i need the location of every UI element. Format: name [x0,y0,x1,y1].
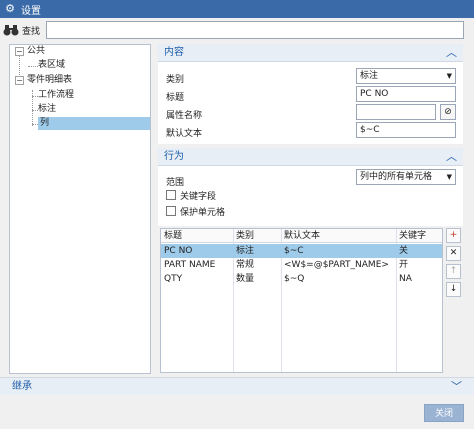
default-text-label: 默认文本 [166,129,203,139]
table-cell: 常规 [236,260,255,270]
move-up-button[interactable]: ↑ [446,264,461,279]
delete-column-button[interactable]: ✕ [446,246,461,261]
inherit-section-header[interactable]: 继承 ﹀ [0,377,474,395]
table-row[interactable]: QTY 数量 $~Q NA [161,272,442,286]
tree-item-columns[interactable]: 列 [38,117,150,130]
table-cell: 标注 [236,246,255,256]
tree-item-table-region[interactable]: 表区域 [38,59,65,72]
scope-value: 列中的所有单元格 [360,172,433,182]
content-section: 类别 标注 ▼ 标题 PC NO 属性名称 ⊘ 默认文本 $~C [158,62,463,144]
close-button[interactable]: 关闭 [424,404,464,422]
table-header: 标题 类别 默认文本 关键字 [161,229,442,243]
behavior-section: 范围 列中的所有单元格 ▼ 关键字段 保护单元格 [158,166,463,226]
tree-item-parts-list[interactable]: 零件明细表 [27,74,72,87]
tree-item-label: 公共 [27,46,46,56]
inherit-header-label: 继承 [12,381,32,392]
search-bar: 查找 [0,18,474,42]
tree-item-label: 列 [40,118,50,128]
content-header-label: 内容 [164,47,184,58]
category-value: 标注 [360,71,379,81]
title-field[interactable]: PC NO [356,86,456,102]
table-cell: $~Q [284,274,305,284]
move-down-button[interactable]: ↓ [446,282,461,297]
protect-cell-checkbox[interactable] [166,206,176,216]
column-header[interactable]: 类别 [233,229,281,243]
tree-item-label: 表区域 [38,60,66,70]
title-bar: ⚙ 设置 [0,0,474,18]
content-section-header[interactable]: 内容 ︿ [158,44,463,62]
table-cell: <W$=@$PART_NAME> [284,260,389,270]
chevron-up-icon[interactable]: ︿ [446,148,457,166]
table-row[interactable]: PC NO 标注 $~C 关 [161,244,442,258]
category-select[interactable]: 标注 ▼ [356,68,456,84]
chevron-down-icon: ▼ [446,173,452,181]
column-header[interactable]: 默认文本 [281,229,396,243]
table-cell: QTY [164,274,183,284]
settings-tree: − 公共 表区域 − 零件明细表 工作流程 标注 列 [9,44,151,374]
table-cell: PART NAME [164,260,216,270]
tree-item-workflow[interactable]: 工作流程 [38,89,74,102]
tree-item-label: 零件明细表 [27,75,73,85]
tree-item-label-node[interactable]: 标注 [38,103,56,116]
chevron-up-icon[interactable]: ︿ [446,44,457,62]
paperclip-icon[interactable]: ⊘ [440,104,456,120]
table-cell: $~C [284,246,304,256]
default-text-field[interactable]: $~C [356,122,456,138]
column-header[interactable]: 标题 [161,229,233,243]
scope-select[interactable]: 列中的所有单元格 ▼ [356,169,456,185]
search-input[interactable] [46,21,465,39]
behavior-header-label: 行为 [164,151,184,162]
tree-collapse-icon[interactable]: − [15,47,24,56]
key-field-checkbox[interactable] [166,190,176,200]
attr-name-label: 属性名称 [166,111,203,121]
title-label: 标题 [166,93,185,103]
tree-item-common[interactable]: 公共 [27,45,45,58]
add-column-button[interactable]: + [446,228,461,243]
key-field-label: 关键字段 [180,192,217,202]
search-label: 查找 [22,26,41,37]
table-cell: 关 [399,246,409,256]
table-cell: PC NO [164,246,193,256]
chevron-down-icon: ▼ [446,72,452,80]
table-cell: 数量 [236,274,255,284]
column-header[interactable]: 关键字 [396,229,442,243]
behavior-section-header[interactable]: 行为 ︿ [158,148,463,166]
table-row[interactable]: PART NAME 常规 <W$=@$PART_NAME> 开 [161,258,442,272]
tree-collapse-icon[interactable]: − [15,76,24,85]
scope-label: 范围 [166,178,185,188]
category-label: 类别 [166,75,185,85]
tree-item-label: 标注 [38,104,57,114]
chevron-down-icon[interactable]: ﹀ [451,378,462,396]
protect-cell-label: 保护单元格 [180,208,226,218]
tree-item-label: 工作流程 [38,90,75,100]
attr-name-field[interactable] [356,104,436,120]
gear-icon: ⚙ [5,2,15,15]
columns-table: 标题 类别 默认文本 关键字 PC NO 标注 $~C 关 PART NAME … [160,228,443,373]
table-cell: NA [399,274,412,284]
window-title: 设置 [21,5,41,17]
binoculars-icon [3,25,19,36]
table-cell: 开 [399,260,409,270]
